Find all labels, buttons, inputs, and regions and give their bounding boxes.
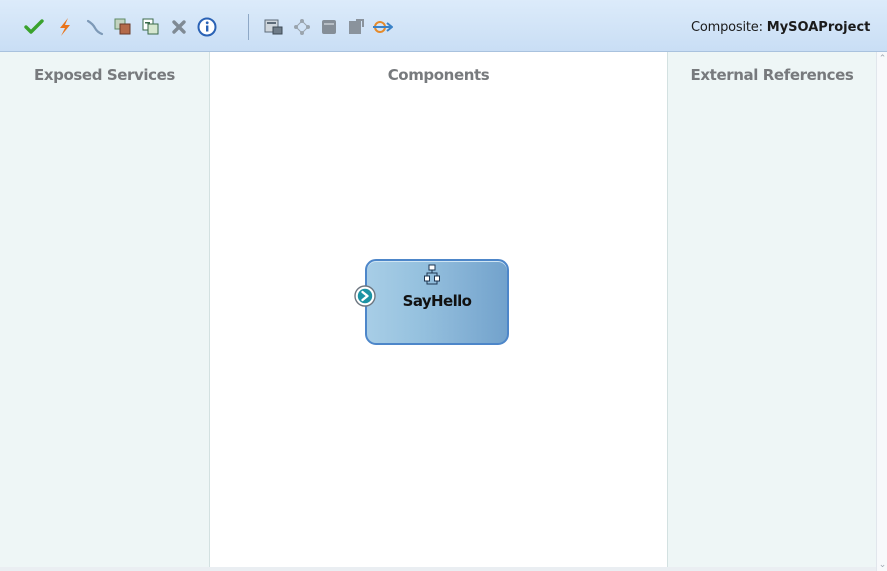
sayhello-component[interactable]: SayHello: [365, 259, 509, 345]
scroll-down-icon[interactable]: ⌄: [878, 560, 887, 569]
bpel-process-icon: [423, 264, 441, 286]
exposed-services-title: Exposed Services: [34, 66, 175, 84]
info-icon[interactable]: [196, 16, 218, 38]
components-title: Components: [387, 66, 490, 84]
toolbar: Composite: MySOAProject: [0, 0, 887, 52]
paste-icon[interactable]: [140, 16, 162, 38]
database-icon[interactable]: [318, 16, 340, 38]
mediator-icon[interactable]: [372, 16, 394, 38]
task-icon[interactable]: [345, 16, 367, 38]
external-references-title: External References: [690, 66, 854, 84]
test-icon[interactable]: [291, 16, 313, 38]
component-name: SayHello: [402, 292, 472, 310]
vertical-scrollbar[interactable]: ⌃ ⌄: [876, 52, 887, 571]
wire-icon[interactable]: [84, 16, 106, 38]
scroll-up-icon[interactable]: ⌃: [878, 54, 887, 63]
composite-name: MySOAProject: [766, 20, 871, 35]
exposed-services-lane[interactable]: Exposed Services: [0, 52, 210, 571]
composite-title: Composite: MySOAProject: [691, 20, 870, 35]
lightning-icon[interactable]: [54, 16, 76, 38]
toolbar-separator: [248, 14, 249, 40]
delete-icon[interactable]: [168, 16, 190, 38]
validate-checkmark-icon[interactable]: [23, 16, 45, 38]
deploy-icon[interactable]: [263, 16, 285, 38]
copy-icon[interactable]: [112, 16, 134, 38]
external-references-lane[interactable]: External References: [667, 52, 876, 571]
composite-label: Composite:: [691, 20, 763, 35]
horizontal-scrollbar[interactable]: [0, 567, 876, 571]
service-port-icon[interactable]: [354, 285, 376, 307]
